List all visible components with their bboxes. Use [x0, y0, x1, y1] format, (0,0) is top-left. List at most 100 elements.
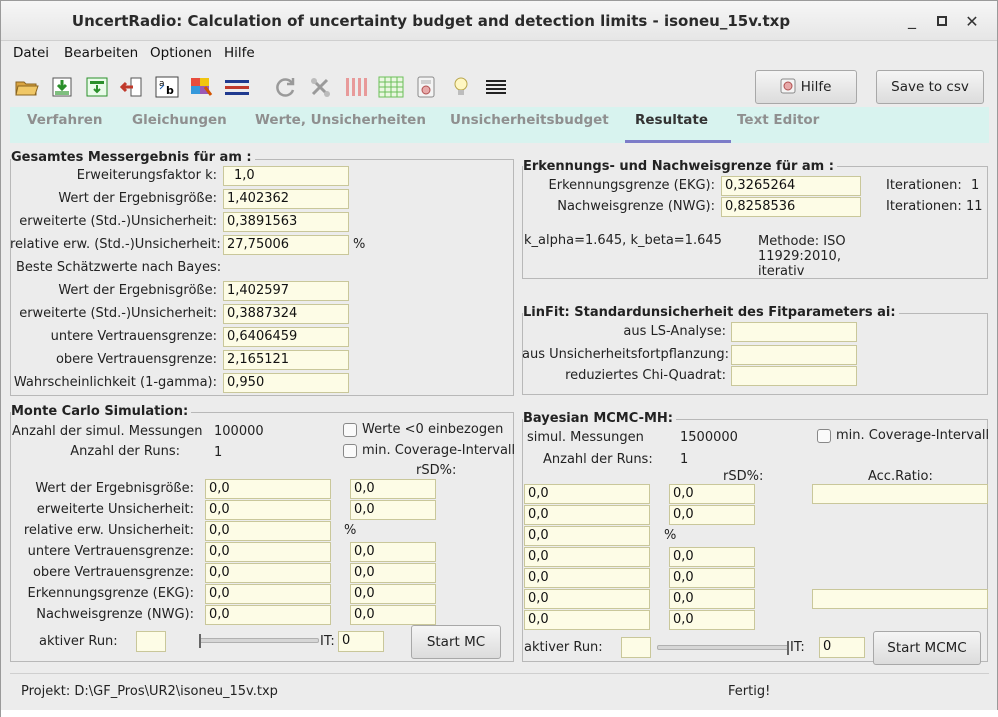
- bayes-uncertainty-field[interactable]: 0,3887324: [223, 304, 349, 324]
- chi-square-label: reduziertes Chi-Quadrat:: [565, 368, 726, 383]
- tab-werte-unsicherheiten[interactable]: Werte, Unsicherheiten: [255, 112, 426, 128]
- relative-uncertainty-field[interactable]: 27,75006: [223, 235, 349, 255]
- mcmc-row-value-field[interactable]: 0,0: [524, 526, 650, 546]
- uncertainty-field[interactable]: 0,3891563: [223, 212, 349, 232]
- mc-row-value-field[interactable]: 0,0: [205, 521, 331, 541]
- mcmc-coverage-checkbox[interactable]: [817, 429, 831, 443]
- calculator-icon[interactable]: [413, 75, 439, 99]
- start-mc-button[interactable]: Start MC: [411, 625, 501, 659]
- mcmc-row-rsd-field[interactable]: 0,0: [669, 547, 755, 567]
- mc-row-value-field[interactable]: 0,0: [205, 605, 331, 625]
- grid-icon[interactable]: [378, 75, 404, 99]
- linfit-group-title: LinFit: Standardunsicherheit des Fitpara…: [523, 305, 899, 320]
- font-icon[interactable]: ab: [154, 75, 180, 99]
- mc-coverage-checkbox[interactable]: [343, 444, 357, 458]
- lower-limit-field[interactable]: 0,6406459: [223, 327, 349, 347]
- bayes-heading: Beste Schätzwerte nach Bayes:: [16, 260, 222, 275]
- mcmc-count-value: 1500000: [680, 430, 738, 445]
- menu-datei[interactable]: Datei: [13, 45, 49, 61]
- tab-resultate[interactable]: Resultate: [635, 112, 708, 128]
- ekg-field[interactable]: 0,3265264: [721, 176, 861, 196]
- probability-label: Wahrscheinlichkeit (1-gamma):: [13, 375, 217, 390]
- chi-square-field[interactable]: [731, 366, 857, 386]
- mcmc-row-rsd-field[interactable]: 0,0: [669, 505, 755, 525]
- mcmc-run-slider[interactable]: [657, 645, 789, 650]
- menu-bearbeiten[interactable]: Bearbeiten: [64, 45, 138, 61]
- tubes-icon[interactable]: [343, 75, 369, 99]
- close-button[interactable]: ✕: [961, 11, 983, 33]
- menu-optionen[interactable]: Optionen: [150, 45, 212, 61]
- mcmc-acc-ratio-field-1[interactable]: [812, 484, 988, 504]
- mc-run-slider[interactable]: [199, 638, 319, 643]
- mc-row-rsd-field[interactable]: 0,0: [350, 605, 436, 625]
- main-window: UncertRadio: Calculation of uncertainty …: [0, 0, 998, 717]
- propagation-field[interactable]: [731, 345, 857, 365]
- mc-it-label: IT:: [320, 634, 335, 649]
- k-field[interactable]: 1,0: [223, 166, 349, 186]
- inactive-table-icon[interactable]: [224, 75, 250, 99]
- tab-text-editor[interactable]: Text Editor: [737, 112, 819, 128]
- ekg-label: Erkennungsgrenze (EKG):: [548, 178, 715, 193]
- mc-row-value-field[interactable]: 0,0: [205, 563, 331, 583]
- uncertainty-label: erweiterte (Std.-)Unsicherheit:: [19, 214, 217, 229]
- mc-active-run-field[interactable]: [136, 631, 166, 652]
- bayes-value-field[interactable]: 1,402597: [223, 281, 349, 301]
- open-file-icon[interactable]: [14, 75, 40, 99]
- toolbar: ab Hilfe Save to csv: [1, 65, 997, 107]
- mc-row-rsd-field[interactable]: 0,0: [350, 584, 436, 604]
- mcmc-row-rsd-field[interactable]: 0,0: [669, 568, 755, 588]
- k-alpha-beta-text: k_alpha=1.645, k_beta=1.645: [524, 233, 722, 248]
- mcmc-active-run-field[interactable]: [621, 637, 651, 658]
- menu-hilfe[interactable]: Hilfe: [224, 45, 255, 61]
- maximize-button[interactable]: [931, 11, 953, 33]
- save-as-icon[interactable]: [84, 75, 110, 99]
- mc-negative-values-label: Werte <0 einbezogen: [362, 422, 504, 437]
- mc-row-rsd-field[interactable]: 0,0: [350, 479, 436, 499]
- refresh-icon[interactable]: [273, 75, 299, 99]
- mcmc-row-value-field[interactable]: 0,0: [524, 505, 650, 525]
- mcmc-run-slider-thumb[interactable]: [787, 641, 789, 655]
- mc-row-rsd-field[interactable]: 0,0: [350, 542, 436, 562]
- probability-field[interactable]: 0,950: [223, 373, 349, 393]
- color-icon[interactable]: [189, 75, 215, 99]
- mc-run-slider-thumb[interactable]: [199, 634, 201, 648]
- mc-runs-label: Anzahl der Runs:: [70, 444, 180, 459]
- start-mcmc-button[interactable]: Start MCMC: [873, 631, 981, 665]
- mcmc-row-rsd-field[interactable]: 0,0: [669, 610, 755, 630]
- mc-row-label: Erkennungsgrenze (EKG):: [27, 586, 194, 601]
- mcmc-it-field[interactable]: 0: [819, 637, 865, 658]
- mcmc-row-value-field[interactable]: 0,0: [524, 547, 650, 567]
- nwg-field[interactable]: 0,8258536: [721, 197, 861, 217]
- mcmc-row-value-field[interactable]: 0,0: [524, 610, 650, 630]
- tab-gleichungen[interactable]: Gleichungen: [132, 112, 227, 128]
- tab-verfahren[interactable]: Verfahren: [27, 112, 103, 128]
- mcmc-row-rsd-field[interactable]: 0,0: [669, 589, 755, 609]
- mcmc-rsd-header: rSD%:: [723, 469, 764, 484]
- save-csv-button[interactable]: Save to csv: [876, 70, 984, 104]
- value-field[interactable]: 1,402362: [223, 189, 349, 209]
- mc-row-rsd-field[interactable]: 0,0: [350, 563, 436, 583]
- mcmc-row-rsd-field[interactable]: 0,0: [669, 484, 755, 504]
- settings-icon[interactable]: [308, 75, 334, 99]
- mc-row-value-field[interactable]: 0,0: [205, 584, 331, 604]
- mc-row-value-field[interactable]: 0,0: [205, 479, 331, 499]
- mc-row-rsd-field[interactable]: 0,0: [350, 500, 436, 520]
- mcmc-row-value-field[interactable]: 0,0: [524, 589, 650, 609]
- help-button[interactable]: Hilfe: [755, 70, 857, 104]
- close-project-icon[interactable]: [119, 75, 145, 99]
- tab-unsicherheitsbudget[interactable]: Unsicherheitsbudget: [450, 112, 609, 128]
- mc-it-field[interactable]: 0: [338, 631, 384, 652]
- tip-icon[interactable]: [448, 75, 474, 99]
- mc-negative-values-checkbox[interactable]: [343, 423, 357, 437]
- ls-analysis-field[interactable]: [731, 322, 857, 342]
- minimize-button[interactable]: _: [901, 9, 923, 31]
- mc-row-value-field[interactable]: 0,0: [205, 500, 331, 520]
- results-panel: Gesamtes Messergebnis für am : Erweiteru…: [10, 143, 989, 665]
- mcmc-row-value-field[interactable]: 0,0: [524, 484, 650, 504]
- upper-limit-field[interactable]: 2,165121: [223, 350, 349, 370]
- mc-row-value-field[interactable]: 0,0: [205, 542, 331, 562]
- list-icon[interactable]: [483, 75, 509, 99]
- mcmc-row-value-field[interactable]: 0,0: [524, 568, 650, 588]
- save-file-icon[interactable]: [49, 75, 75, 99]
- mcmc-acc-ratio-field-2[interactable]: [812, 589, 988, 609]
